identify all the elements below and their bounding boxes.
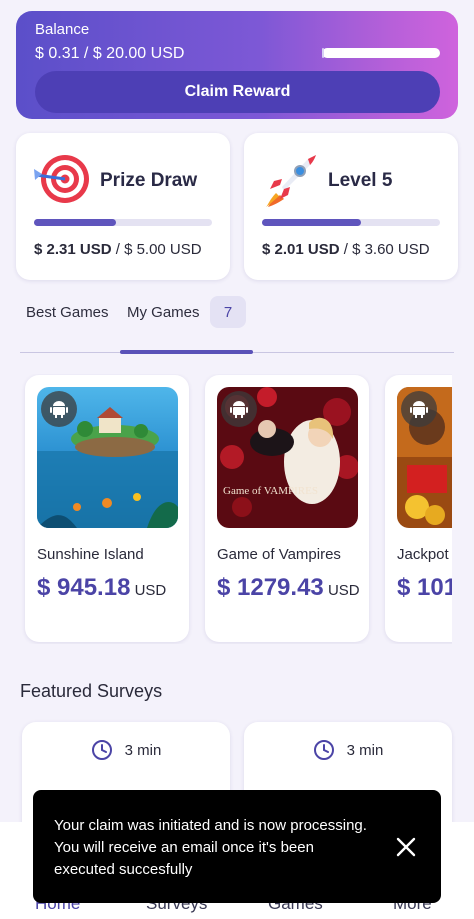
- level-progress-fill: [262, 219, 362, 226]
- game-name: Jackpot: [397, 546, 449, 563]
- game-image-game-of-vampires: Game of VAMPIRES: [217, 387, 358, 528]
- android-badge: [41, 391, 77, 427]
- target-icon: [34, 155, 89, 203]
- prize-draw-progress-bar: [34, 219, 212, 226]
- balance-card: Balance $ 0.31 / $ 20.00 USD Claim Rewar…: [16, 11, 458, 119]
- tab-best-games[interactable]: Best Games: [26, 304, 109, 321]
- balance-label: Balance: [35, 21, 90, 38]
- tab-my-games[interactable]: My Games: [127, 304, 200, 321]
- survey-duration: 3 min: [244, 739, 452, 761]
- balance-progress-bar: [322, 48, 440, 58]
- level-amount: $ 2.01 USD / $ 3.60 USD: [262, 241, 430, 258]
- level-separator: /: [339, 241, 353, 258]
- prize-draw-goal: $ 5.00 USD: [124, 241, 202, 258]
- android-badge: [401, 391, 437, 427]
- toast-notification: Your claim was initiated and is now proc…: [33, 790, 441, 903]
- game-price: $ 945.18 USD: [37, 573, 187, 606]
- survey-time-text: 3 min: [346, 741, 384, 759]
- games-carousel[interactable]: Sunshine Island $ 945.18 USD Game of VAM…: [0, 374, 452, 644]
- game-image-jackpot: [397, 387, 452, 528]
- level-progress-bar: [262, 219, 440, 226]
- game-card[interactable]: Game of VAMPIRES Game of Vampires $ 1279…: [205, 375, 369, 642]
- level-goal: $ 3.60 USD: [352, 241, 430, 258]
- game-price: $ 101: [397, 573, 452, 606]
- balance-value: $ 0.31 / $ 20.00 USD: [35, 45, 185, 62]
- game-name: Sunshine Island: [37, 546, 144, 563]
- level-card[interactable]: Level 5 $ 2.01 USD / $ 3.60 USD: [244, 133, 458, 280]
- prize-draw-amount: $ 2.31 USD / $ 5.00 USD: [34, 241, 202, 258]
- level-current: $ 2.01 USD: [262, 241, 340, 258]
- claim-reward-button[interactable]: Claim Reward: [35, 71, 440, 113]
- featured-surveys-title: Featured Surveys: [20, 681, 163, 701]
- android-icon: [230, 401, 248, 418]
- game-card[interactable]: Sunshine Island $ 945.18 USD: [25, 375, 189, 642]
- game-price-currency: USD: [327, 582, 360, 599]
- game-price-amount: $ 945.18: [37, 574, 131, 601]
- level-title: Level 5: [328, 170, 393, 191]
- rocket-icon: [266, 155, 316, 207]
- prize-draw-current: $ 2.31 USD: [34, 241, 112, 258]
- games-tabs: Best Games My Games 7: [0, 296, 474, 354]
- toast-message: Your claim was initiated and is now proc…: [54, 817, 367, 878]
- game-price-currency: USD: [134, 582, 167, 599]
- prize-draw-progress-fill: [34, 219, 117, 226]
- survey-duration: 3 min: [22, 739, 230, 761]
- close-icon[interactable]: [393, 834, 419, 860]
- game-price-amount: $ 101: [397, 574, 452, 601]
- game-price: $ 1279.43 USD: [217, 573, 367, 606]
- tabs-active-indicator: [120, 350, 253, 354]
- prize-draw-title: Prize Draw: [100, 170, 198, 191]
- android-icon: [50, 401, 68, 418]
- survey-time-text: 3 min: [124, 741, 162, 759]
- balance-progress-fill: [322, 48, 324, 58]
- clock-icon: [313, 740, 334, 760]
- android-icon: [410, 401, 428, 418]
- game-image-sunshine-island: [37, 387, 178, 528]
- game-name: Game of Vampires: [217, 546, 341, 563]
- game-card[interactable]: Jackpot $ 101: [385, 375, 452, 642]
- game-logo-text: Game of VAMPIRES: [223, 485, 318, 497]
- game-price-amount: $ 1279.43: [217, 574, 324, 601]
- prize-draw-card[interactable]: Prize Draw $ 2.31 USD / $ 5.00 USD: [16, 133, 230, 280]
- prize-draw-separator: /: [111, 241, 125, 258]
- android-badge: [221, 391, 257, 427]
- clock-icon: [91, 740, 112, 760]
- my-games-count-badge: 7: [210, 296, 246, 328]
